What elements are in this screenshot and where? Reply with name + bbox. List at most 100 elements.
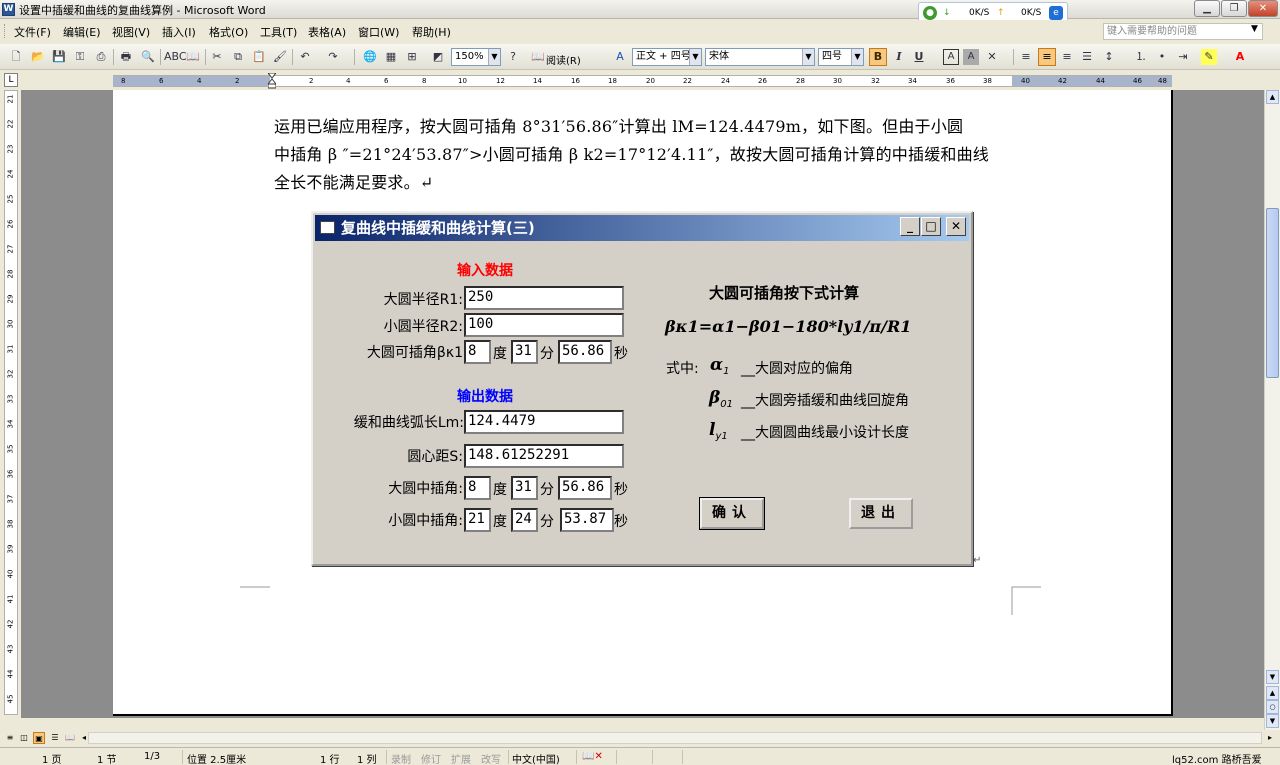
drawing-icon[interactable]: ◩ xyxy=(430,49,446,65)
highlight-icon[interactable]: ✎ xyxy=(1201,49,1217,65)
small-min-output[interactable]: 24 xyxy=(511,508,538,532)
browse-object-icon[interactable]: ○ xyxy=(1266,700,1279,714)
r2-input[interactable]: 100 xyxy=(464,313,624,337)
numbering-icon[interactable]: ⒈ xyxy=(1133,49,1149,65)
redo-icon[interactable]: ↷ xyxy=(325,49,341,65)
big-min-output[interactable]: 31 xyxy=(511,476,538,500)
menu-window[interactable]: 窗口(W) xyxy=(358,24,399,40)
bullets-icon[interactable]: • xyxy=(1154,49,1170,65)
format-painter-icon[interactable]: 🖌 xyxy=(272,49,288,65)
bold-button[interactable]: B xyxy=(869,48,887,66)
status-record[interactable]: 录制 xyxy=(391,751,411,765)
scroll-right-icon[interactable]: ▸ xyxy=(1264,732,1276,744)
font-color-icon[interactable]: A xyxy=(1232,49,1248,65)
zoom-select[interactable]: 150% ▼ xyxy=(451,48,501,66)
web-view-icon[interactable]: ◫ xyxy=(18,732,30,744)
open-folder-icon[interactable]: 📂 xyxy=(30,49,46,65)
research-icon[interactable]: 📖 xyxy=(185,49,201,65)
print-icon[interactable]: ⎙ xyxy=(93,49,109,65)
embedded-calculator-dialog[interactable]: 复曲线中插缓和曲线计算(三) _ □ ✕ 输入数据 大圆半径R1: 250 小圆… xyxy=(311,211,973,566)
close-button[interactable]: ✕ xyxy=(1248,0,1278,17)
tables-borders-icon[interactable]: ▦ xyxy=(383,49,399,65)
font-select[interactable]: 宋体 ▼ xyxy=(705,48,815,66)
confirm-button[interactable]: 确认 xyxy=(699,497,765,530)
paragraph-line-1[interactable]: 运用已编应用程序，按大圆可插角 8°31′56.86″计算出 lM=124.44… xyxy=(274,113,963,137)
char-shading-icon[interactable]: A xyxy=(963,49,979,65)
maximize-button[interactable]: ❐ xyxy=(1221,0,1247,17)
big-sec-output[interactable]: 56.86 xyxy=(558,476,612,500)
horizontal-scrollbar[interactable] xyxy=(88,732,1262,744)
ie-icon[interactable]: e xyxy=(1049,6,1063,20)
r1-input[interactable]: 250 xyxy=(464,286,624,310)
scroll-down-icon[interactable]: ▼ xyxy=(1266,670,1279,684)
dialog-close-button[interactable]: ✕ xyxy=(946,217,966,236)
small-sec-output[interactable]: 53.87 xyxy=(560,508,614,532)
status-extend[interactable]: 扩展 xyxy=(451,751,471,765)
vertical-ruler[interactable]: 21 22 23 24 25 26 27 28 29 30 31 32 33 3… xyxy=(4,90,18,715)
status-overtype[interactable]: 改写 xyxy=(481,751,501,765)
reading-view-icon[interactable]: 📖 xyxy=(64,732,76,744)
menu-format[interactable]: 格式(O) xyxy=(209,24,248,40)
hyperlink-icon[interactable]: 🌐 xyxy=(362,49,378,65)
dialog-minimize-button[interactable]: _ xyxy=(900,217,920,236)
big-deg-output[interactable]: 8 xyxy=(464,476,491,500)
help-icon[interactable]: ? xyxy=(505,49,521,65)
menu-edit[interactable]: 编辑(E) xyxy=(63,24,101,40)
word-app-icon[interactable]: W xyxy=(2,3,15,16)
normal-view-icon[interactable]: ≡ xyxy=(4,732,16,744)
vertical-scrollbar[interactable]: ▲ ▼ ▲ ○ ▼ xyxy=(1264,90,1280,730)
print-view-icon[interactable]: ▣ xyxy=(33,732,45,744)
dialog-maximize-button[interactable]: □ xyxy=(921,217,941,236)
indent-icon[interactable]: ⇥ xyxy=(1175,49,1191,65)
menu-view[interactable]: 视图(V) xyxy=(112,24,150,40)
tab-selector[interactable]: L xyxy=(4,73,18,87)
permission-icon[interactable]: ⚿ xyxy=(72,49,88,65)
spelling-icon[interactable]: ABC xyxy=(164,49,187,65)
outline-view-icon[interactable]: ☰ xyxy=(49,732,61,744)
justify-icon[interactable]: ☰ xyxy=(1079,49,1095,65)
styles-icon[interactable]: A xyxy=(612,49,628,65)
char-border-icon[interactable]: A xyxy=(943,49,959,65)
minimize-button[interactable]: ▁ xyxy=(1194,0,1220,17)
scroll-thumb[interactable] xyxy=(1266,208,1279,378)
align-center-icon[interactable]: ≡ xyxy=(1038,48,1056,66)
lm-output[interactable]: 124.4479 xyxy=(464,410,624,434)
menu-file[interactable]: 文件(F) xyxy=(14,24,51,40)
status-track-changes[interactable]: 修订 xyxy=(421,751,441,765)
spelling-status-icon[interactable]: 📖✕ xyxy=(582,751,603,762)
read-mode-button[interactable]: 阅读(R) xyxy=(546,52,581,67)
scroll-up-icon[interactable]: ▲ xyxy=(1266,90,1279,104)
previous-page-icon[interactable]: ▲ xyxy=(1266,686,1279,700)
copy-icon[interactable]: ⧉ xyxy=(230,49,246,65)
s-output[interactable]: 148.61252291 xyxy=(464,444,624,468)
cut-icon[interactable]: ✂ xyxy=(209,49,225,65)
help-search-input[interactable]: 键入需要帮助的问题 xyxy=(1103,23,1263,40)
menu-help[interactable]: 帮助(H) xyxy=(412,24,451,40)
style-select[interactable]: 正文 + 四号 ▼ xyxy=(632,48,702,66)
paragraph-line-2[interactable]: 中插角 β ″=21°24′53.87″>小圆可插角 β k2=17°12′4.… xyxy=(274,141,989,165)
save-icon[interactable]: 💾 xyxy=(51,49,67,65)
new-document-icon[interactable]: 🗋 xyxy=(8,49,24,65)
underline-button[interactable]: U xyxy=(911,49,927,65)
italic-button[interactable]: I xyxy=(891,49,907,65)
beta-sec-input[interactable]: 56.86 xyxy=(558,340,612,364)
print-preview-icon[interactable]: 🔍 xyxy=(140,49,156,65)
next-page-icon[interactable]: ▼ xyxy=(1266,714,1279,728)
paragraph-line-3[interactable]: 全长不能满足要求。↵ xyxy=(274,169,433,193)
insert-table-icon[interactable]: ⊞ xyxy=(404,49,420,65)
line-spacing-icon[interactable]: ↕ xyxy=(1101,49,1117,65)
menu-table[interactable]: 表格(A) xyxy=(308,24,346,40)
font-size-select[interactable]: 四号 ▼ xyxy=(818,48,864,66)
beta-deg-input[interactable]: 8 xyxy=(464,340,491,364)
print-icon-2[interactable]: 🖶 xyxy=(118,49,134,65)
exit-button[interactable]: 退出 xyxy=(849,498,913,529)
undo-icon[interactable]: ↶ xyxy=(297,49,313,65)
align-right-icon[interactable]: ≡ xyxy=(1059,49,1075,65)
beta-min-input[interactable]: 31 xyxy=(511,340,538,364)
char-scale-icon[interactable]: ✕ xyxy=(984,49,1000,65)
menu-insert[interactable]: 插入(I) xyxy=(162,24,196,40)
align-left-icon[interactable]: ≡ xyxy=(1018,49,1034,65)
chevron-down-icon[interactable]: ▼ xyxy=(1251,24,1258,34)
indent-marker-icon[interactable] xyxy=(268,73,276,89)
menu-tools[interactable]: 工具(T) xyxy=(260,24,297,40)
